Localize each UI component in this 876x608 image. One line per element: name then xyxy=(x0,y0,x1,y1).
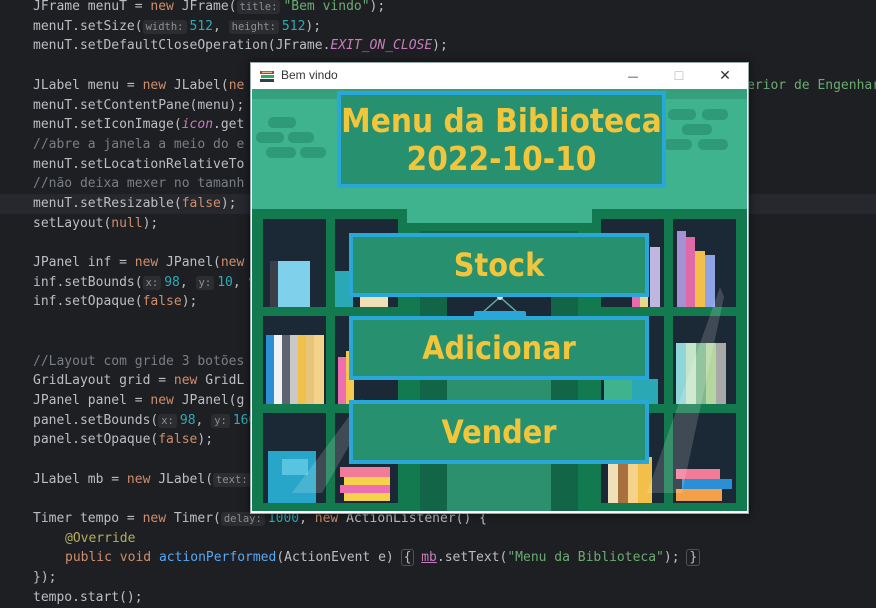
code-line: setLayout(null); xyxy=(33,216,159,231)
minimize-icon: — xyxy=(627,69,639,83)
maximize-button[interactable]: ☐ xyxy=(656,63,702,89)
code-line: inf.setOpaque(false); xyxy=(33,294,198,309)
app-window[interactable]: Bem vindo — ☐ ✕ Menu da Biblioteca 2022-… xyxy=(250,62,749,514)
code-line: menuT.setDefaultCloseOperation(JFrame.EX… xyxy=(33,38,448,53)
code-comment: //abre a janela a meio do e xyxy=(33,137,245,152)
code-line: menuT.setSize(width: 512, height: 512); xyxy=(33,19,322,34)
code-line: menuT.setContentPane(menu); xyxy=(33,98,245,113)
vender-button[interactable]: Vender xyxy=(349,400,649,464)
code-line: tempo.start(); xyxy=(33,590,143,605)
code-line: JPanel panel = new JPanel(g xyxy=(33,393,245,408)
code-line: GridLayout grid = new GridL xyxy=(33,373,245,388)
maximize-icon: ☐ xyxy=(673,69,685,83)
code-line: inf.setBounds(x: 98, y: 10, v xyxy=(33,275,257,290)
code-line-overflow: erior de Engenhar xyxy=(747,78,876,93)
books-app-icon xyxy=(260,71,274,82)
window-title: Bem vindo xyxy=(281,68,338,82)
current-date: 2022-10-10 xyxy=(406,138,597,178)
code-comment: //Layout com gride 3 botões xyxy=(33,354,245,369)
code-line: panel.setOpaque(false); xyxy=(33,432,214,447)
minimize-button[interactable]: — xyxy=(610,63,656,89)
close-button[interactable]: ✕ xyxy=(702,63,748,89)
menu-heading: Menu da Biblioteca 2022-10-10 xyxy=(337,91,666,188)
window-titlebar[interactable]: Bem vindo — ☐ ✕ xyxy=(251,63,748,89)
code-line: }); xyxy=(33,570,57,585)
code-line: JLabel menu = new JLabel(ne xyxy=(33,78,245,93)
code-line: JPanel inf = new JPanel(new xyxy=(33,255,245,270)
code-line: public void actionPerformed(ActionEvent … xyxy=(65,549,701,566)
code-line: JFrame menuT = new JFrame(title: "Bem vin… xyxy=(33,0,386,14)
code-line: panel.setBounds(x: 98, y: 160 xyxy=(33,413,257,428)
code-comment: //não deixa mexer no tamanh xyxy=(33,176,245,191)
stock-button[interactable]: Stock xyxy=(349,233,649,297)
code-line: menuT.setIconImage(icon.get xyxy=(33,117,245,132)
menu-title: Menu da Biblioteca xyxy=(341,100,662,140)
code-line: menuT.setLocationRelativeTo xyxy=(33,157,245,172)
adicionar-button[interactable]: Adicionar xyxy=(349,316,649,380)
code-annotation: @Override xyxy=(65,531,136,546)
code-line: JLabel mb = new JLabel(text: xyxy=(33,470,254,490)
window-content: Menu da Biblioteca 2022-10-10 Stock Adic… xyxy=(252,89,747,511)
code-line: menuT.setResizable(false); xyxy=(33,196,237,211)
close-icon: ✕ xyxy=(719,68,731,84)
